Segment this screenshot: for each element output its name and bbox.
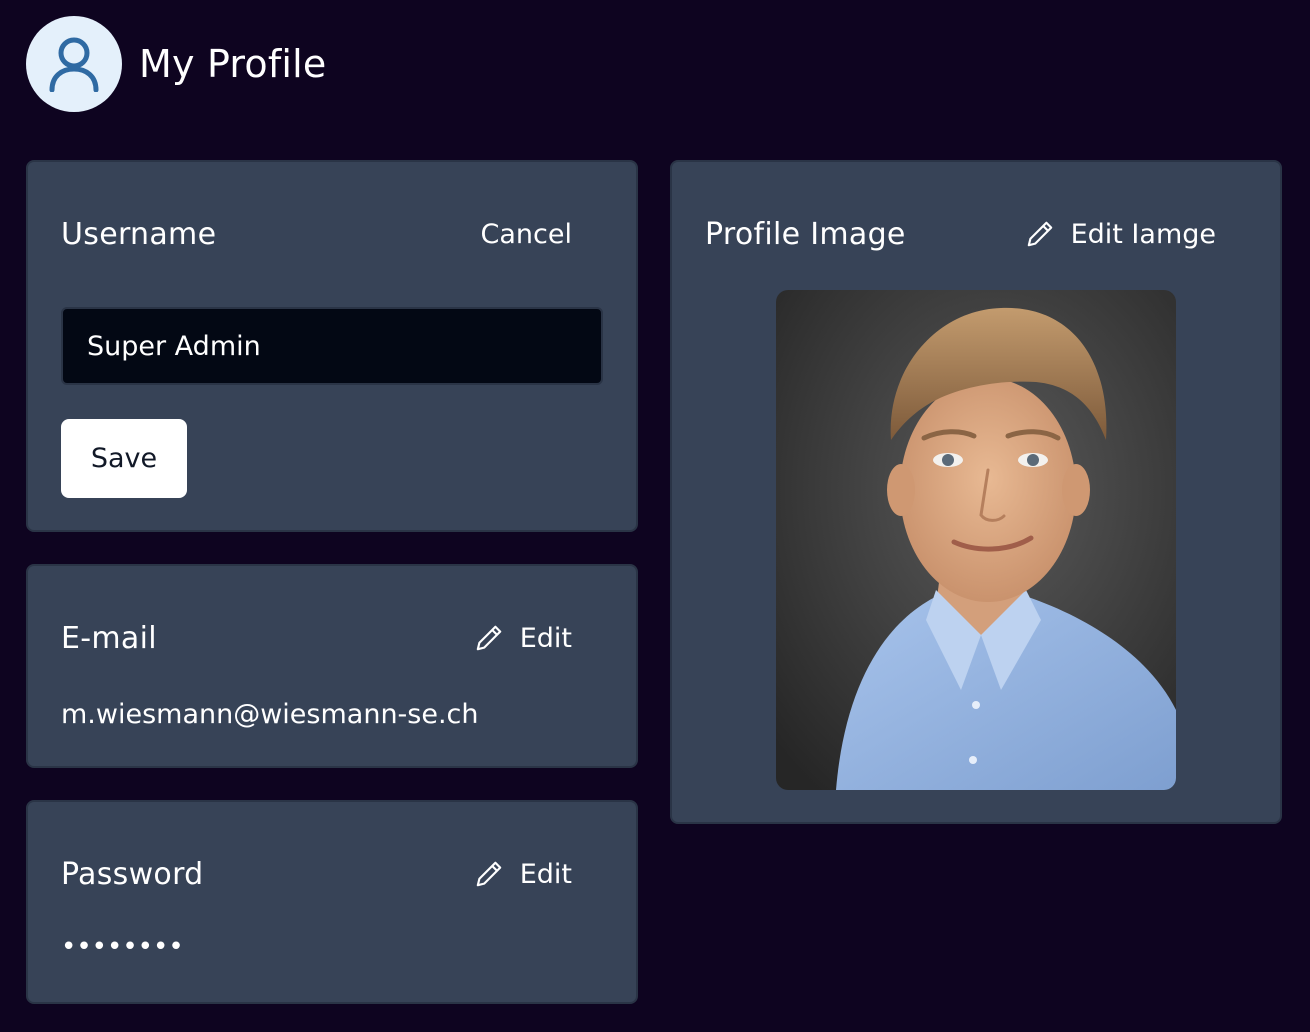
profile-image-card-header: Profile Image Edit Iamge [705,214,1216,254]
email-value: m.wiesmann@wiesmann-se.ch [61,699,479,730]
password-value: •••••••• [61,932,184,962]
edit-email-button[interactable]: Edit [473,622,572,654]
pencil-icon [476,861,501,887]
password-card-header: Password Edit [61,854,572,894]
username-title: Username [61,216,217,252]
pencil-icon [1027,221,1052,247]
password-card: Password Edit •••••••• [26,800,638,1004]
password-title: Password [61,856,204,892]
username-card-header: Username Cancel [61,214,572,254]
email-card-header: E-mail Edit [61,618,572,658]
edit-image-label: Edit Iamge [1070,218,1216,250]
profile-image-title: Profile Image [705,216,906,252]
cancel-button[interactable]: Cancel [481,219,572,250]
save-button[interactable]: Save [61,419,187,498]
profile-image-card: Profile Image Edit Iamge [670,160,1282,824]
page-header: My Profile [26,16,327,112]
email-card: E-mail Edit m.wiesmann@wiesmann-se.ch [26,564,638,768]
user-icon [49,37,99,92]
page-title: My Profile [139,42,327,86]
avatar [26,16,122,112]
edit-password-button[interactable]: Edit [473,858,572,890]
edit-image-button[interactable]: Edit Iamge [1024,218,1216,250]
username-input[interactable] [61,307,603,385]
edit-email-label: Edit [519,622,572,654]
pencil-icon [476,625,501,651]
edit-password-label: Edit [519,858,572,890]
email-title: E-mail [61,620,157,656]
username-card: Username Cancel Save [26,160,638,532]
profile-photo [776,290,1176,790]
